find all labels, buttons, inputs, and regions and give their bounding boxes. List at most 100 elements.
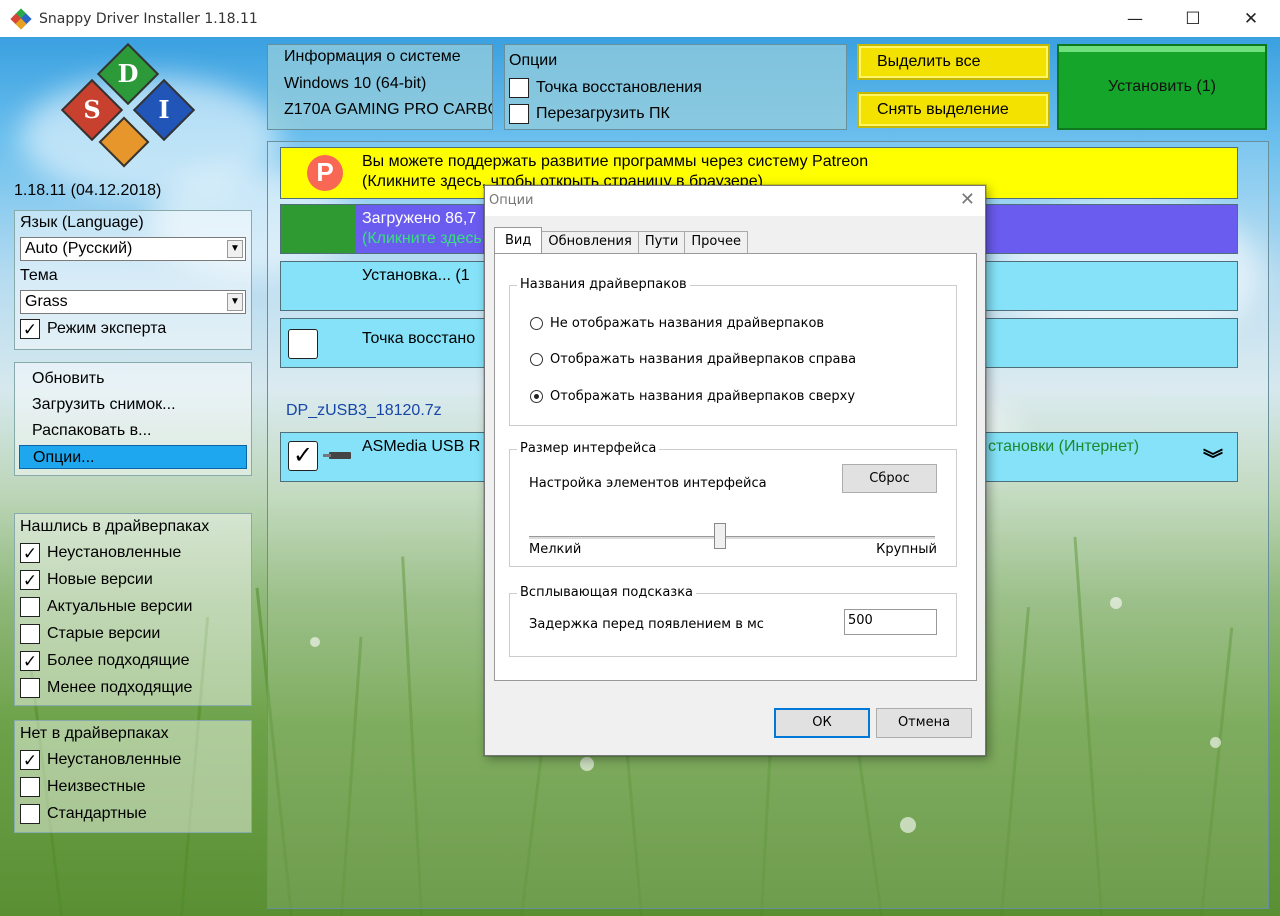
cancel-button[interactable]: Отмена: [876, 708, 972, 738]
filter-label: Неустановленные: [47, 751, 182, 768]
checkbox-checked-icon[interactable]: ✓: [288, 441, 318, 471]
sdi-logo: D S I: [60, 42, 196, 180]
checkbox-checked-icon[interactable]: ✓: [20, 750, 40, 770]
filter-missing-not-installed[interactable]: ✓ Неустановленные: [20, 750, 181, 770]
checkbox-empty-icon[interactable]: [509, 104, 529, 125]
language-label: Язык (Language): [20, 214, 144, 231]
theme-label: Тема: [20, 267, 58, 284]
tooltip-delay-input[interactable]: 500: [844, 609, 937, 635]
theme-value: Grass: [25, 293, 68, 310]
filter-standard[interactable]: Стандартные: [20, 804, 147, 824]
interface-size-group: Размер интерфейса Настройка элементов ин…: [509, 441, 957, 567]
language-select[interactable]: Auto (Русский) ▼: [20, 237, 246, 261]
dialog-close-icon[interactable]: ✕: [960, 190, 975, 210]
checkbox-checked-icon[interactable]: ✓: [20, 570, 40, 590]
filter-label: Неустановленные: [47, 544, 182, 561]
tab-other[interactable]: Прочее: [684, 231, 748, 253]
radio-label: Отображать названия драйверпаков сверху: [550, 389, 856, 404]
tooltip-group-title: Всплывающая подсказка: [517, 585, 697, 600]
tab-updates[interactable]: Обновления: [541, 231, 639, 253]
filter-newer-versions[interactable]: ✓ Новые версии: [20, 570, 153, 590]
found-filter-title: Нашлись в драйверпаках: [20, 518, 210, 535]
reboot-checkbox[interactable]: Перезагрузить ПК: [509, 101, 846, 128]
deselect-all-button[interactable]: Снять выделение: [857, 92, 1050, 128]
patreon-text: Вы можете поддержать развитие программы …: [362, 153, 869, 170]
checkbox-checked-icon[interactable]: ✓: [20, 319, 40, 339]
interface-size-title: Размер интерфейса: [517, 441, 660, 456]
minimize-button[interactable]: —: [1106, 0, 1164, 37]
filter-label: Более подходящие: [47, 652, 190, 669]
patreon-icon: P: [307, 155, 343, 191]
radio-names-top[interactable]: Отображать названия драйверпаков сверху: [530, 389, 855, 404]
reset-button[interactable]: Сброс: [842, 464, 937, 493]
language-value: Auto (Русский): [25, 240, 133, 257]
radio-names-right[interactable]: Отображать названия драйверпаков справа: [530, 352, 856, 367]
dropdown-arrow-icon[interactable]: ▼: [227, 293, 243, 311]
window-title: Snappy Driver Installer 1.18.11: [39, 10, 258, 27]
top-options-title: Опции: [509, 52, 558, 70]
filter-better-match[interactable]: ✓ Более подходящие: [20, 651, 190, 671]
tooltip-delay-label: Задержка перед появлением в мс: [529, 617, 764, 632]
checkbox-empty-icon[interactable]: [20, 678, 40, 698]
checkbox-empty-icon[interactable]: [20, 624, 40, 644]
download-status-hint: (Кликните здесь: [362, 230, 482, 247]
filter-worse-match[interactable]: Менее подходящие: [20, 678, 192, 698]
interface-size-slider[interactable]: [529, 536, 935, 540]
chevron-double-down-icon[interactable]: ︾: [1203, 443, 1223, 472]
checkbox-empty-icon[interactable]: [20, 597, 40, 617]
checkbox-checked-icon[interactable]: ✓: [20, 543, 40, 563]
expert-mode-label: Режим эксперта: [47, 320, 167, 337]
theme-select[interactable]: Grass ▼: [20, 290, 246, 314]
filter-current-versions[interactable]: Актуальные версии: [20, 597, 192, 617]
radio-on-icon[interactable]: [530, 390, 543, 403]
tab-view[interactable]: Вид: [494, 227, 543, 253]
radio-label: Не отображать названия драйверпаков: [550, 316, 825, 331]
not-in-packs-title: Нет в драйверпаках: [20, 725, 169, 742]
maximize-button[interactable]: ☐: [1164, 0, 1222, 37]
menu-item-load-snapshot[interactable]: Загрузить снимок...: [19, 393, 247, 417]
checkbox-empty-icon[interactable]: [20, 804, 40, 824]
language-theme-panel: Язык (Language) Auto (Русский) ▼ Тема Gr…: [14, 210, 252, 350]
slider-max-label: Крупный: [876, 542, 937, 557]
checkbox-checked-icon[interactable]: ✓: [20, 651, 40, 671]
restore-point-label: Точка восстановления: [536, 78, 702, 96]
interface-setting-label: Настройка элементов интерфейса: [529, 476, 767, 491]
install-button[interactable]: Установить (1): [1057, 44, 1267, 130]
filter-label: Стандартные: [47, 805, 147, 822]
checkbox-empty-icon[interactable]: [20, 777, 40, 797]
driver-status: становки (Интернет): [988, 438, 1140, 455]
filter-not-installed[interactable]: ✓ Неустановленные: [20, 543, 181, 563]
action-menu-panel: Обновить Загрузить снимок... Распаковать…: [14, 362, 252, 476]
radio-off-icon[interactable]: [530, 353, 543, 366]
close-button[interactable]: ✕: [1222, 0, 1280, 37]
radio-hide-names[interactable]: Не отображать названия драйверпаков: [530, 316, 824, 331]
usb-device-icon: [323, 452, 351, 459]
dialog-tabs: Вид Обновления Пути Прочее: [494, 227, 748, 253]
menu-item-options[interactable]: Опции...: [19, 445, 247, 469]
dropdown-arrow-icon[interactable]: ▼: [227, 240, 243, 258]
top-options-panel: Опции Точка восстановления Перезагрузить…: [504, 44, 847, 130]
expert-mode-checkbox[interactable]: ✓ Режим эксперта: [20, 319, 166, 339]
ok-button[interactable]: ОК: [774, 708, 870, 738]
reboot-label: Перезагрузить ПК: [536, 105, 670, 123]
filter-label: Неизвестные: [47, 778, 146, 795]
filter-unknown[interactable]: Неизвестные: [20, 777, 146, 797]
checkbox-empty-icon[interactable]: [288, 329, 318, 359]
radio-off-icon[interactable]: [530, 317, 543, 330]
download-status-text: Загружено 86,7: [362, 210, 477, 227]
select-all-button[interactable]: Выделить все: [857, 44, 1050, 80]
motherboard-name: Z170A GAMING PRO CARBON: [284, 101, 493, 118]
checkbox-empty-icon[interactable]: [509, 77, 529, 98]
driver-name: ASMedia USB R: [362, 438, 481, 455]
download-progress-fill: [281, 205, 356, 253]
tooltip-group: Всплывающая подсказка Задержка перед поя…: [509, 585, 957, 657]
title-bar: Snappy Driver Installer 1.18.11 — ☐ ✕: [0, 0, 1280, 37]
menu-item-extract-to[interactable]: Распаковать в...: [19, 419, 247, 443]
install-status-text: Установка... (1: [362, 267, 470, 284]
tab-paths[interactable]: Пути: [637, 231, 686, 253]
slider-thumb[interactable]: [713, 523, 726, 549]
filter-older-versions[interactable]: Старые версии: [20, 624, 160, 644]
menu-item-refresh[interactable]: Обновить: [19, 367, 247, 391]
options-dialog: Опции ✕ Вид Обновления Пути Прочее Назва…: [484, 185, 986, 756]
restore-point-checkbox[interactable]: Точка восстановления: [509, 75, 846, 102]
